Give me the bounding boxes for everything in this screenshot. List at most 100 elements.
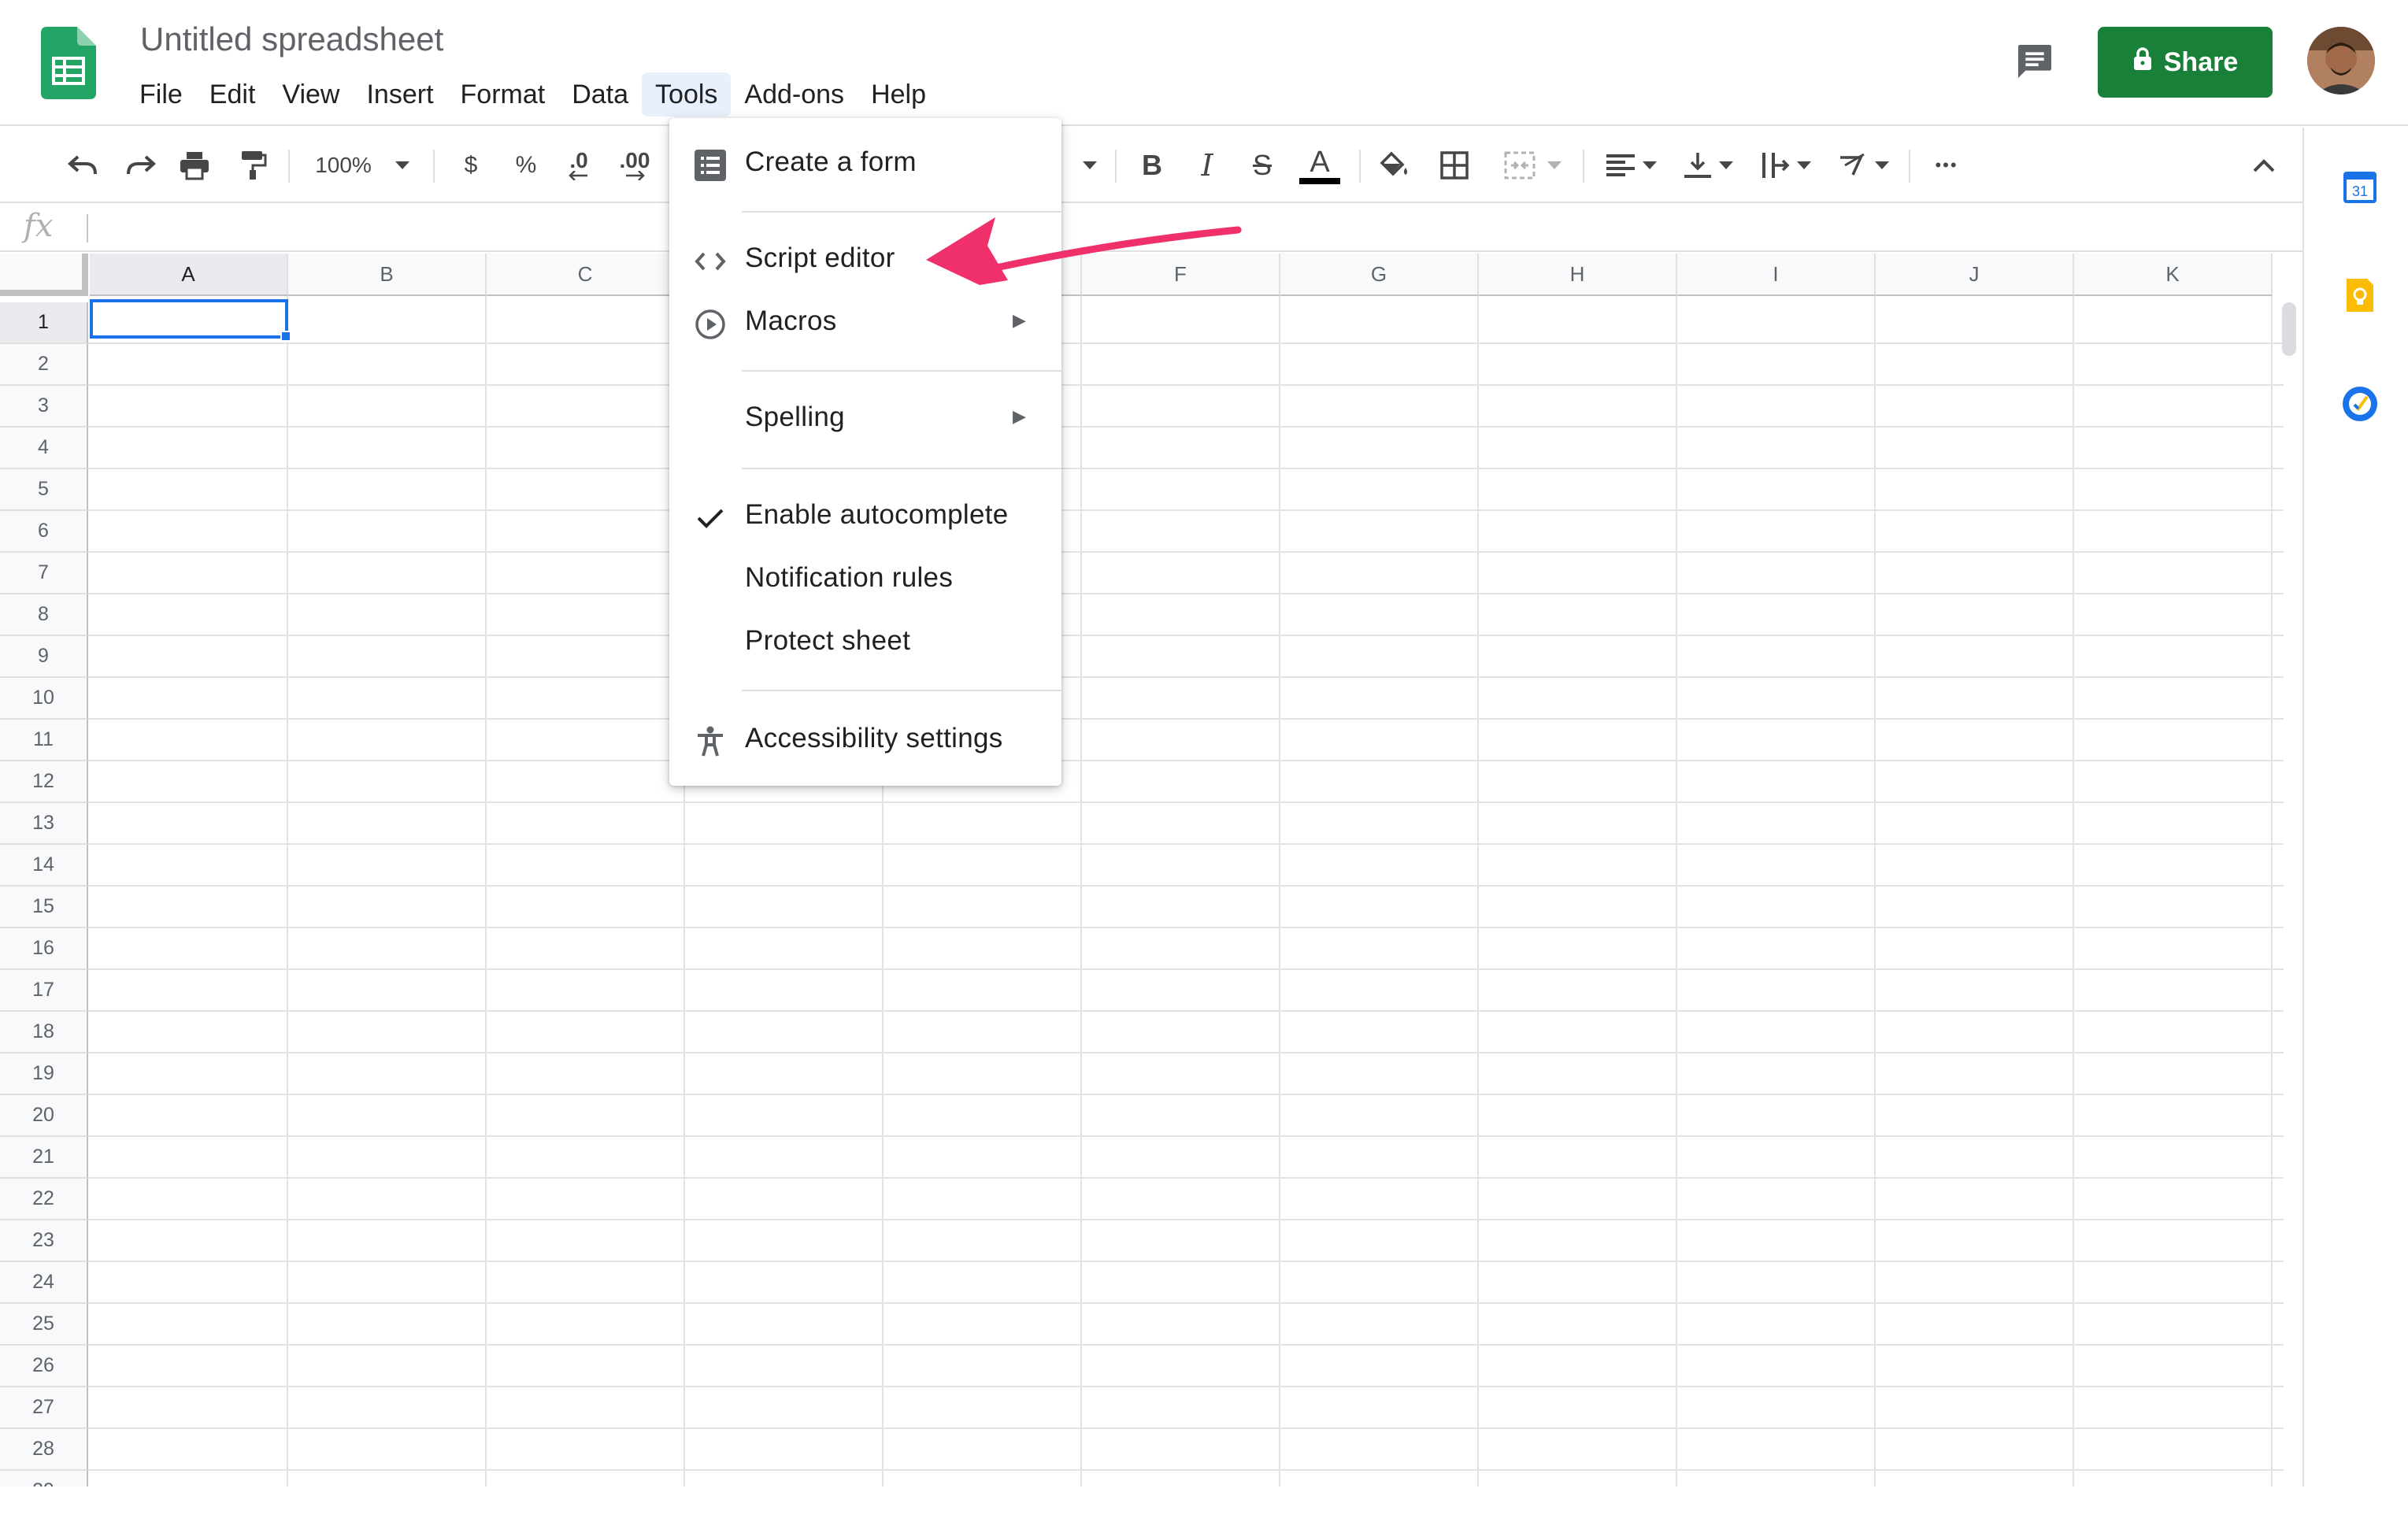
row-header-15[interactable]: 15: [0, 887, 88, 928]
menu-help[interactable]: Help: [858, 72, 939, 117]
column-header-i[interactable]: I: [1677, 254, 1876, 296]
menu-item-create-form[interactable]: Create a form: [669, 135, 1061, 192]
keep-icon[interactable]: [2342, 277, 2378, 313]
menu-item-script-editor[interactable]: Script editor: [669, 231, 1061, 288]
account-avatar[interactable]: [2307, 27, 2375, 94]
vertical-scrollbar[interactable]: [2282, 302, 2296, 356]
row-header-18[interactable]: 18: [0, 1012, 88, 1053]
menu-file[interactable]: File: [126, 72, 196, 117]
text-rotation-icon[interactable]: [1832, 145, 1895, 186]
calendar-icon[interactable]: 31: [2342, 168, 2378, 205]
toolbar: 100% $ % .0 .00 B I S A •••: [0, 128, 2302, 203]
italic-button[interactable]: I: [1189, 145, 1225, 186]
text-color-button[interactable]: A: [1298, 145, 1342, 186]
formula-bar: fx: [0, 205, 2302, 252]
row-header-29[interactable]: 29: [0, 1471, 88, 1487]
percent-format-button[interactable]: %: [510, 145, 542, 186]
row-header-9[interactable]: 9: [0, 636, 88, 678]
row-header-25[interactable]: 25: [0, 1304, 88, 1346]
menu-data[interactable]: Data: [558, 72, 642, 117]
row-header-26[interactable]: 26: [0, 1346, 88, 1387]
row-header-28[interactable]: 28: [0, 1429, 88, 1471]
row-header-1[interactable]: 1: [0, 302, 88, 344]
row-header-11[interactable]: 11: [0, 720, 88, 761]
row-header-13[interactable]: 13: [0, 803, 88, 845]
row-header-19[interactable]: 19: [0, 1053, 88, 1095]
decrease-decimal-button[interactable]: .0: [559, 145, 598, 186]
row-header-17[interactable]: 17: [0, 970, 88, 1012]
column-header-f[interactable]: F: [1082, 254, 1280, 296]
print-icon[interactable]: [175, 145, 214, 186]
bold-button[interactable]: B: [1134, 145, 1170, 186]
row-header-6[interactable]: 6: [0, 511, 88, 553]
merge-cells-icon[interactable]: [1493, 145, 1572, 186]
row-header-10[interactable]: 10: [0, 678, 88, 720]
row-header-7[interactable]: 7: [0, 553, 88, 594]
more-options-button[interactable]: •••: [1926, 145, 1967, 186]
menu-add-ons[interactable]: Add-ons: [731, 72, 858, 117]
sheets-logo-icon[interactable]: [41, 27, 96, 99]
column-header-j[interactable]: J: [1876, 254, 2074, 296]
select-all-corner[interactable]: [0, 254, 88, 296]
column-header-h[interactable]: H: [1479, 254, 1677, 296]
document-title[interactable]: Untitled spreadsheet: [140, 20, 443, 58]
fill-handle[interactable]: [280, 331, 291, 342]
tasks-icon[interactable]: [2342, 386, 2378, 422]
menu-item-label: Macros: [745, 305, 837, 336]
horizontal-align-icon[interactable]: [1600, 145, 1663, 186]
row-header-27[interactable]: 27: [0, 1387, 88, 1429]
font-size-dropdown[interactable]: [1074, 145, 1106, 186]
increase-decimal-button[interactable]: .00: [611, 145, 658, 186]
menu-item-accessibility-settings[interactable]: Accessibility settings: [669, 712, 1061, 768]
row-gridline: [88, 802, 2284, 803]
row-header-22[interactable]: 22: [0, 1179, 88, 1220]
column-header-k[interactable]: K: [2074, 254, 2273, 296]
menu-edit[interactable]: Edit: [196, 72, 269, 117]
borders-icon[interactable]: [1435, 145, 1474, 186]
column-header-g[interactable]: G: [1280, 254, 1479, 296]
menu-view[interactable]: View: [269, 72, 353, 117]
row-header-24[interactable]: 24: [0, 1262, 88, 1304]
formula-input[interactable]: [98, 209, 2287, 247]
vertical-align-icon[interactable]: [1677, 145, 1740, 186]
row-header-21[interactable]: 21: [0, 1137, 88, 1179]
zoom-select[interactable]: 100%: [307, 145, 417, 186]
strikethrough-button[interactable]: S: [1244, 145, 1280, 186]
text-color-label: A: [1310, 146, 1330, 179]
lock-icon: [2132, 46, 2153, 79]
row-header-3[interactable]: 3: [0, 386, 88, 428]
row-header-5[interactable]: 5: [0, 469, 88, 511]
menu-item-enable-autocomplete[interactable]: Enable autocomplete: [669, 488, 1061, 545]
row-header-14[interactable]: 14: [0, 845, 88, 887]
row-header-16[interactable]: 16: [0, 928, 88, 970]
row-header-12[interactable]: 12: [0, 761, 88, 803]
row-header-8[interactable]: 8: [0, 594, 88, 636]
share-button[interactable]: Share: [2098, 27, 2273, 98]
collapse-toolbar-icon[interactable]: [2244, 145, 2284, 186]
menu-bar: File Edit View Insert Format Data Tools …: [126, 72, 939, 117]
row-header-2[interactable]: 2: [0, 344, 88, 386]
selected-cell-a1[interactable]: [90, 299, 288, 339]
menu-tools[interactable]: Tools: [642, 72, 732, 117]
menu-format[interactable]: Format: [447, 72, 559, 117]
row-header-4[interactable]: 4: [0, 428, 88, 469]
chevron-down-icon: [1875, 161, 1889, 169]
paint-format-icon[interactable]: [233, 145, 272, 186]
column-header-c[interactable]: C: [487, 254, 685, 296]
undo-icon[interactable]: [63, 145, 102, 186]
row-header-23[interactable]: 23: [0, 1220, 88, 1262]
menu-item-protect-sheet[interactable]: Protect sheet: [669, 614, 1061, 671]
column-header-a[interactable]: A: [90, 254, 288, 296]
text-wrapping-icon[interactable]: [1754, 145, 1817, 186]
menu-item-macros[interactable]: Macros ▶: [669, 294, 1061, 351]
redo-icon[interactable]: [121, 145, 161, 186]
spreadsheet-grid[interactable]: ABCDEFGHIJK 1234567891011121314151617181…: [0, 254, 2302, 1487]
menu-item-spelling[interactable]: Spelling ▶: [669, 391, 1061, 447]
currency-format-button[interactable]: $: [455, 145, 487, 186]
menu-insert[interactable]: Insert: [353, 72, 446, 117]
column-header-b[interactable]: B: [288, 254, 487, 296]
menu-item-notification-rules[interactable]: Notification rules: [669, 551, 1061, 608]
fill-color-icon[interactable]: [1375, 145, 1414, 186]
row-header-20[interactable]: 20: [0, 1095, 88, 1137]
comment-history-icon[interactable]: [2013, 39, 2057, 83]
